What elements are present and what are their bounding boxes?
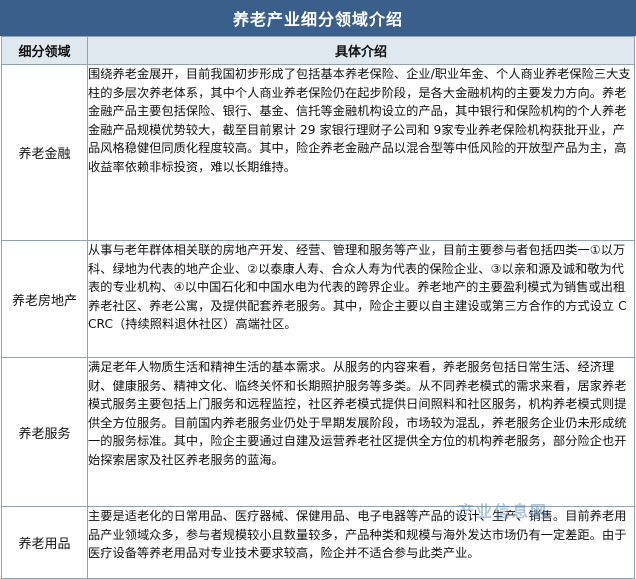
table-row: 养老服务 满足老年人物质生活和精神生活的基本需求。从服务的内容来看，养老服务包括… — [1, 357, 635, 507]
segment-description: 主要是适老化的日常用品、医疗器械、保健用品、电子电器等产品的设计、生产、销售。目… — [87, 506, 635, 579]
header-row: 细分领域 具体介绍 — [1, 36, 635, 65]
segment-description: 从事与老年群体相关联的房地产开发、经营、管理和服务等产业，目前主要参与者包括四类… — [87, 240, 635, 358]
segment-label: 养老金融 — [1, 64, 88, 241]
table-title: 养老产业细分领域介绍 — [0, 0, 636, 36]
header-segment: 细分领域 — [1, 36, 88, 65]
table-row: 养老金融 围绕养老金展开，目前我国初步形成了包括基本养老保险、企业/职业年金、个… — [1, 64, 635, 241]
watermark-text: 产业信息网 — [458, 502, 549, 521]
segment-label: 养老房地产 — [1, 240, 88, 358]
header-description: 具体介绍 — [87, 36, 635, 65]
segment-description: 满足老年人物质生活和精神生活的基本需求。从服务的内容来看，养老服务包括日常生活、… — [87, 357, 635, 507]
table-row: 养老房地产 从事与老年群体相关联的房地产开发、经营、管理和服务等产业，目前主要参… — [1, 240, 635, 358]
page: 养老产业细分领域介绍 细分领域 具体介绍 养老金融 围绕养老金展开，目前我国初步… — [0, 0, 636, 579]
segment-description: 围绕养老金展开，目前我国初步形成了包括基本养老保险、企业/职业年金、个人商业养老… — [87, 64, 635, 241]
segment-label: 养老服务 — [1, 357, 88, 507]
segment-label: 养老用品 — [1, 506, 88, 579]
